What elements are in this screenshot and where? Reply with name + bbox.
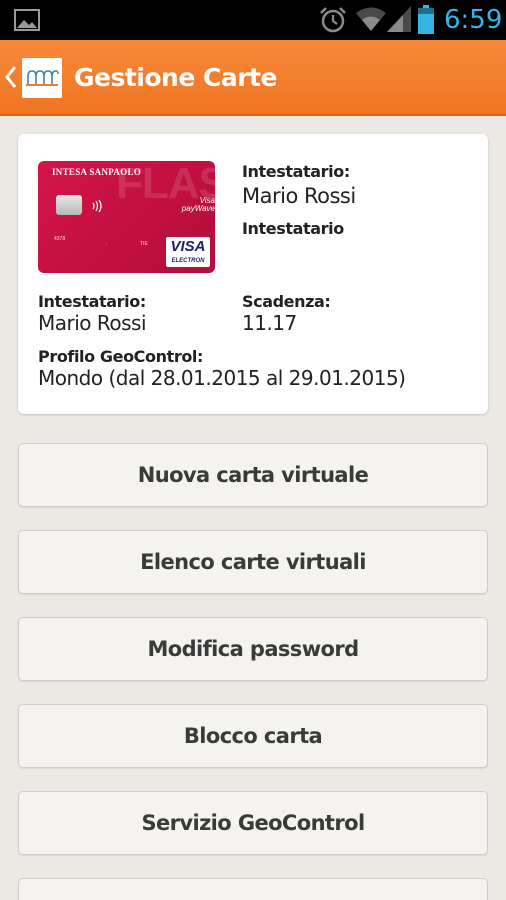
visa-sub-text: ELECTRON: [171, 258, 205, 264]
wifi-icon: [356, 7, 386, 31]
card-image: FLASH INTESA SANPAOLO Visa payWave 4378 …: [38, 161, 215, 273]
card-chip: [56, 195, 82, 215]
header-holder-label: Intestatario:: [242, 162, 350, 181]
expiry-value: 11.17: [242, 311, 297, 335]
visa-logo: VISA ELECTRON: [166, 237, 210, 267]
contactless-icon: [92, 199, 102, 213]
action-bar: Gestione Carte: [0, 40, 506, 116]
status-time: 6:59: [444, 5, 503, 35]
card-info-panel: FLASH INTESA SANPAOLO Visa payWave 4378 …: [18, 134, 488, 414]
battery-icon: [418, 5, 434, 34]
geocontrol-service-button[interactable]: Servizio GeoControl: [18, 791, 488, 855]
chevron-left-icon[interactable]: [4, 64, 18, 90]
alarm-icon: [320, 7, 346, 33]
geocontrol-value: Mondo (dal 28.01.2015 al 29.01.2015): [38, 366, 406, 390]
menu-button-partial[interactable]: [18, 878, 488, 900]
status-bar: 6:59: [0, 0, 506, 40]
holder-value: Mario Rossi: [38, 311, 147, 335]
paywave-text: Visa payWave: [181, 196, 215, 213]
geocontrol-label: Profilo GeoControl:: [38, 347, 204, 366]
visa-text: VISA: [170, 238, 206, 255]
new-virtual-card-button[interactable]: Nuova carta virtuale: [18, 443, 488, 507]
signal-icon: [387, 6, 411, 32]
block-card-button[interactable]: Blocco carta: [18, 704, 488, 768]
header-holder-value: Mario Rossi: [242, 184, 356, 208]
bank-logo-icon[interactable]: [22, 58, 62, 98]
gallery-icon: [14, 9, 40, 31]
card-brand-text: INTESA SANPAOLO: [52, 167, 142, 177]
expiry-label: Scadenza:: [242, 292, 331, 311]
change-password-button[interactable]: Modifica password: [18, 617, 488, 681]
page-title: Gestione Carte: [74, 63, 277, 92]
header-role: Intestatario: [242, 219, 344, 238]
holder-label: Intestatario:: [38, 292, 146, 311]
virtual-cards-list-button[interactable]: Elenco carte virtuali: [18, 530, 488, 594]
